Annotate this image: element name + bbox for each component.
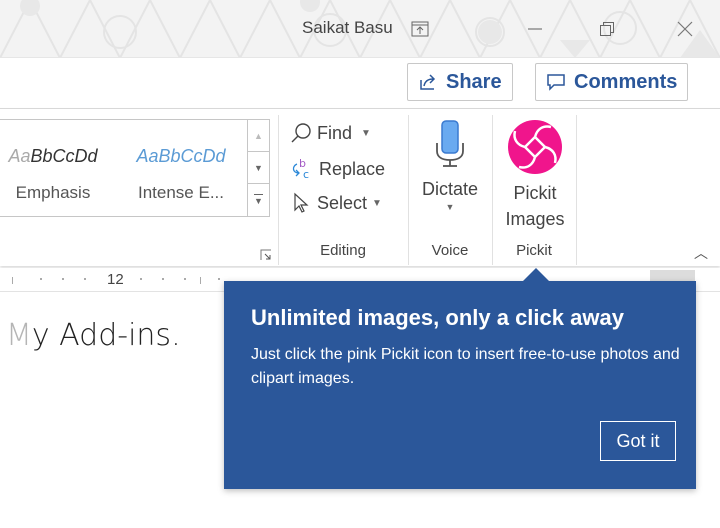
pickit-label-line1: Pickit — [513, 183, 557, 203]
style-label: Intense E... — [138, 183, 224, 202]
got-it-button[interactable]: Got it — [600, 421, 676, 461]
ruler-tick — [218, 278, 220, 280]
restore-icon — [600, 22, 614, 36]
pickit-images-button[interactable]: Pickit Images — [494, 119, 576, 232]
svg-text:c: c — [303, 168, 309, 180]
document-text[interactable]: My Add-ins. — [6, 318, 181, 353]
comment-icon — [547, 74, 565, 91]
group-label-pickit: Pickit — [516, 242, 552, 259]
callout-body: Just click the pink Pickit icon to inser… — [251, 346, 680, 387]
select-button[interactable]: Select ▼ — [290, 189, 382, 217]
account-name[interactable]: Saikat Basu — [302, 18, 393, 38]
pickit-label-line2: Images — [505, 209, 565, 229]
styles-gallery: AaBbCcDd Emphasis AaBbCcDd Intense E... … — [0, 119, 270, 217]
restore-button[interactable] — [592, 14, 622, 44]
collapse-ribbon-button[interactable]: ︿ — [694, 243, 708, 263]
callout-title: Unlimited images, only a click away — [251, 305, 624, 330]
ribbon: AaBbCcDd Emphasis AaBbCcDd Intense E... … — [0, 108, 720, 266]
dropdown-arrow-icon: ▼ — [361, 127, 371, 139]
style-sample: AaBbCcDd — [136, 146, 226, 166]
group-label-editing: Editing — [320, 242, 366, 259]
dictate-button[interactable]: Dictate ▼ — [410, 119, 490, 212]
chevron-up-icon: ▲ — [254, 130, 263, 141]
ruler-mark — [12, 277, 13, 284]
gallery-scroll: ▲ ▼ ▼ — [247, 120, 269, 216]
cursor-arrow-icon — [294, 192, 309, 213]
dropdown-arrow-icon: ▼ — [445, 202, 455, 212]
comments-button[interactable]: Comments — [535, 63, 689, 101]
select-label: Select — [317, 192, 368, 213]
group-label-voice: Voice — [431, 242, 469, 259]
close-icon — [677, 21, 693, 37]
replace-button[interactable]: bc Replace — [290, 155, 385, 183]
title-bar: Saikat Basu — [0, 0, 720, 58]
styles-dialog-launcher-icon[interactable] — [260, 249, 272, 261]
dictate-label: Dictate — [421, 179, 479, 199]
share-label: Share — [446, 70, 502, 93]
gallery-scroll-up[interactable]: ▲ — [248, 120, 269, 152]
style-intense-emphasis[interactable]: AaBbCcDd Intense E... — [126, 120, 236, 216]
ribbon-display-options-button[interactable] — [405, 14, 435, 44]
group-separator — [576, 115, 577, 265]
minimize-icon — [528, 28, 542, 30]
close-button[interactable] — [670, 14, 700, 44]
callout-beak — [522, 268, 550, 282]
comments-label: Comments — [574, 70, 678, 93]
gallery-more[interactable]: ▼ — [248, 184, 269, 216]
style-label: Emphasis — [15, 183, 91, 202]
more-icon: ▼ — [254, 194, 263, 206]
word-window: Saikat Basu Share Comments AaBbCcDd Emph… — [0, 0, 720, 528]
chevron-up-icon: ︿ — [694, 245, 708, 261]
replace-icon: bc — [292, 158, 309, 180]
ruler-mark — [200, 277, 201, 284]
search-icon — [291, 123, 311, 143]
ruler-tick — [62, 278, 64, 280]
ribbon-display-icon — [411, 21, 429, 37]
ruler-tick — [162, 278, 164, 280]
ruler-number: 12 — [107, 271, 124, 288]
pickit-callout: Unlimited images, only a click away Just… — [224, 268, 696, 489]
minimize-button[interactable] — [520, 14, 550, 44]
pickit-icon — [508, 120, 562, 174]
chevron-down-icon: ▼ — [254, 162, 263, 173]
ruler-tick — [184, 278, 186, 280]
style-emphasis[interactable]: AaBbCcDd Emphasis — [0, 120, 108, 216]
ruler-tick — [40, 278, 42, 280]
dropdown-arrow-icon: ▼ — [372, 197, 382, 209]
style-sample: AaBbCcDd — [8, 146, 98, 166]
replace-label: Replace — [319, 158, 386, 179]
find-label: Find — [317, 122, 353, 143]
microphone-icon — [436, 120, 464, 167]
find-button[interactable]: Find ▼ — [290, 119, 371, 147]
share-icon — [420, 74, 436, 90]
ruler-tick — [84, 278, 86, 280]
command-row: Share Comments — [0, 58, 720, 108]
share-button[interactable]: Share — [407, 63, 513, 101]
gallery-scroll-down[interactable]: ▼ — [248, 152, 269, 184]
ruler-tick — [140, 278, 142, 280]
